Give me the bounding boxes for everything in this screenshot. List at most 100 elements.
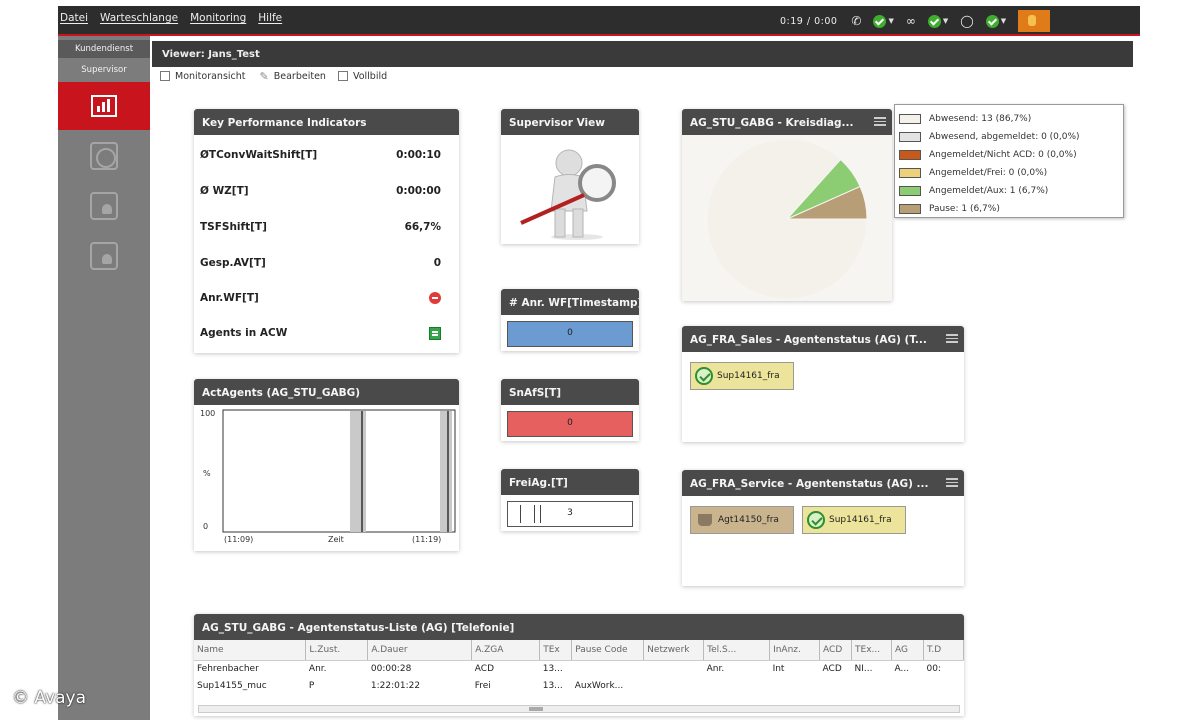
agent-tile[interactable]: Sup14161_fra bbox=[802, 506, 906, 534]
legend-item: Angemeldet/Frei: 0 (0,0%) bbox=[899, 164, 1119, 182]
sidebar: Kundendienst Supervisor bbox=[58, 36, 150, 720]
kpi-label: Gesp.AV[T] bbox=[200, 257, 266, 269]
snafs-bar: 0 bbox=[507, 411, 633, 437]
column-header[interactable]: TEx bbox=[539, 640, 573, 661]
presence-button[interactable] bbox=[1018, 10, 1051, 32]
table-cell: Frei bbox=[474, 680, 491, 691]
table-cell: A... bbox=[894, 663, 910, 674]
screen: Datei Warteschlange Monitoring Hilfe 0:1… bbox=[0, 0, 1200, 720]
fra-sales-title: AG_FRA_Sales - Agentenstatus (AG) (T... bbox=[682, 326, 964, 352]
pie-widget-title: AG_STU_GABG - Kreisdiag... bbox=[682, 109, 892, 135]
edit-pencil-icon[interactable]: ✎ bbox=[260, 70, 269, 83]
menu-item-hilfe[interactable]: Hilfe bbox=[258, 12, 282, 24]
kpi-label: Agents in ACW bbox=[200, 327, 288, 339]
available-check-icon bbox=[807, 511, 825, 529]
table-cell bbox=[770, 677, 820, 694]
scrollbar-thumb[interactable] bbox=[529, 707, 543, 711]
accent-line bbox=[58, 34, 1140, 36]
column-header[interactable]: ACD bbox=[819, 640, 853, 661]
column-header[interactable]: TEx... bbox=[851, 640, 892, 661]
kpi-row: Gesp.AV[T] 0 bbox=[200, 257, 441, 269]
widget-menu-icon[interactable] bbox=[946, 478, 958, 487]
legend-swatch bbox=[899, 168, 921, 178]
voicemail-icon[interactable]: ∞ bbox=[906, 14, 916, 28]
sidebar-tab-supervisor[interactable]: Supervisor bbox=[58, 62, 150, 78]
column-header[interactable]: L.Zust. bbox=[305, 640, 369, 661]
gauge-icon bbox=[90, 142, 118, 170]
kpi-widget: Key Performance Indicators ØTConvWaitShi… bbox=[194, 109, 459, 353]
snafs-title: SnAfS[T] bbox=[501, 379, 639, 405]
chevron-down-icon[interactable]: ▼ bbox=[888, 17, 893, 25]
agent-list-title: AG_STU_GABG - Agentenstatus-Liste (AG) [… bbox=[194, 614, 964, 640]
horizontal-scrollbar[interactable] bbox=[198, 705, 960, 713]
chevron-down-icon[interactable]: ▼ bbox=[943, 17, 948, 25]
phone-status-ok-icon[interactable] bbox=[873, 14, 887, 28]
x-tick-label: (11:19) bbox=[412, 535, 442, 544]
column-header[interactable]: T.D bbox=[923, 640, 965, 661]
column-header[interactable]: Netzwerk bbox=[643, 640, 705, 661]
agent-list-table: Name L.Zust. A.Dauer A.ZGA TEx Pause Cod… bbox=[194, 640, 965, 694]
bar-chart-icon bbox=[91, 95, 117, 117]
legend-swatch bbox=[899, 132, 921, 142]
menu-item-datei[interactable]: Datei bbox=[60, 12, 88, 24]
fullscreen-button[interactable]: Vollbild bbox=[353, 71, 387, 82]
table-cell: P bbox=[308, 680, 315, 691]
anr-wf-bar: 0 bbox=[507, 321, 633, 347]
widget-menu-icon[interactable] bbox=[946, 334, 958, 343]
anr-wf-widget: # Anr. WF[Timestamp] 0 bbox=[501, 289, 639, 351]
table-row[interactable]: Sup14155_muc P 1:22:01:22 Frei 13... Aux… bbox=[194, 677, 964, 694]
sidebar-item-monitor[interactable] bbox=[58, 132, 150, 180]
phone-icon[interactable]: ✆ bbox=[851, 14, 861, 28]
table-cell bbox=[644, 660, 704, 677]
kpi-label: Ø WZ[T] bbox=[200, 185, 249, 197]
column-header[interactable]: Tel.S... bbox=[703, 640, 771, 661]
edit-button[interactable]: Bearbeiten bbox=[274, 71, 326, 82]
sidebar-tab-kundendienst[interactable]: Kundendienst bbox=[58, 40, 150, 58]
sidebar-item-agents[interactable] bbox=[58, 182, 150, 230]
pie-chart bbox=[706, 138, 868, 300]
freiag-title: FreiAg.[T] bbox=[501, 469, 639, 495]
table-cell: Sup14155_muc bbox=[197, 680, 267, 691]
table-cell: ACD bbox=[822, 663, 842, 674]
column-header[interactable]: A.ZGA bbox=[471, 640, 541, 661]
table-cell: ACD bbox=[474, 663, 494, 674]
table-cell bbox=[852, 677, 892, 694]
voicemail-status-ok-icon[interactable] bbox=[927, 14, 941, 28]
monitor-view-icon[interactable] bbox=[160, 71, 170, 81]
menu-item-warteschlange[interactable]: Warteschlange bbox=[100, 12, 178, 24]
column-header[interactable]: InAnz. bbox=[769, 640, 821, 661]
alarm-red-icon bbox=[429, 292, 441, 304]
fra-service-title: AG_FRA_Service - Agentenstatus (AG) ... bbox=[682, 470, 964, 496]
legend-label: Abwesend, abgemeldet: 0 (0,0%) bbox=[929, 132, 1080, 142]
legend-label: Angemeldet/Nicht ACD: 0 (0,0%) bbox=[929, 150, 1077, 160]
kpi-row: Anr.WF[T] bbox=[200, 292, 441, 304]
kpi-value: 66,7% bbox=[404, 221, 441, 233]
column-header[interactable]: AG bbox=[891, 640, 924, 661]
menu-item-monitoring[interactable]: Monitoring bbox=[190, 12, 246, 24]
table-row[interactable]: Fehrenbacher Anr. 00:00:28 ACD 13... Anr… bbox=[194, 660, 964, 677]
legend-label: Pause: 1 (6,7%) bbox=[929, 204, 1000, 214]
column-header[interactable]: Name bbox=[194, 640, 307, 661]
chat-status-ok-icon[interactable] bbox=[985, 14, 999, 28]
agent-tile[interactable]: Agt14150_fra bbox=[690, 506, 794, 534]
pause-cup-icon bbox=[698, 514, 712, 526]
agent-tile[interactable]: Sup14161_fra bbox=[690, 362, 794, 390]
top-menu-bar: Datei Warteschlange Monitoring Hilfe 0:1… bbox=[58, 6, 1200, 36]
widget-menu-icon[interactable] bbox=[874, 117, 886, 126]
viewer-toolbar: Monitoransicht ✎ Bearbeiten Vollbild bbox=[152, 68, 752, 84]
actagents-widget-title: ActAgents (AG_STU_GABG) bbox=[194, 379, 459, 405]
column-header[interactable]: Pause Code bbox=[571, 640, 645, 661]
chevron-down-icon[interactable]: ▼ bbox=[1001, 17, 1006, 25]
kpi-label: ØTConvWaitShift[T] bbox=[200, 149, 318, 161]
column-header[interactable]: A.Dauer bbox=[367, 640, 473, 661]
user-name[interactable]: Fehrenbach bbox=[1150, 9, 1200, 20]
fullscreen-icon[interactable] bbox=[337, 71, 348, 81]
fra-sales-widget: AG_FRA_Sales - Agentenstatus (AG) (T... … bbox=[682, 326, 964, 442]
y-tick-label: % bbox=[203, 469, 211, 478]
sidebar-item-dashboard[interactable] bbox=[58, 82, 150, 130]
table-cell: 00: bbox=[926, 663, 941, 674]
monitor-view-button[interactable]: Monitoransicht bbox=[175, 71, 246, 82]
chat-icon[interactable]: ◯ bbox=[960, 14, 973, 28]
pie-title-text: AG_STU_GABG - Kreisdiag... bbox=[690, 117, 854, 129]
sidebar-item-agent-lock[interactable] bbox=[58, 232, 150, 280]
